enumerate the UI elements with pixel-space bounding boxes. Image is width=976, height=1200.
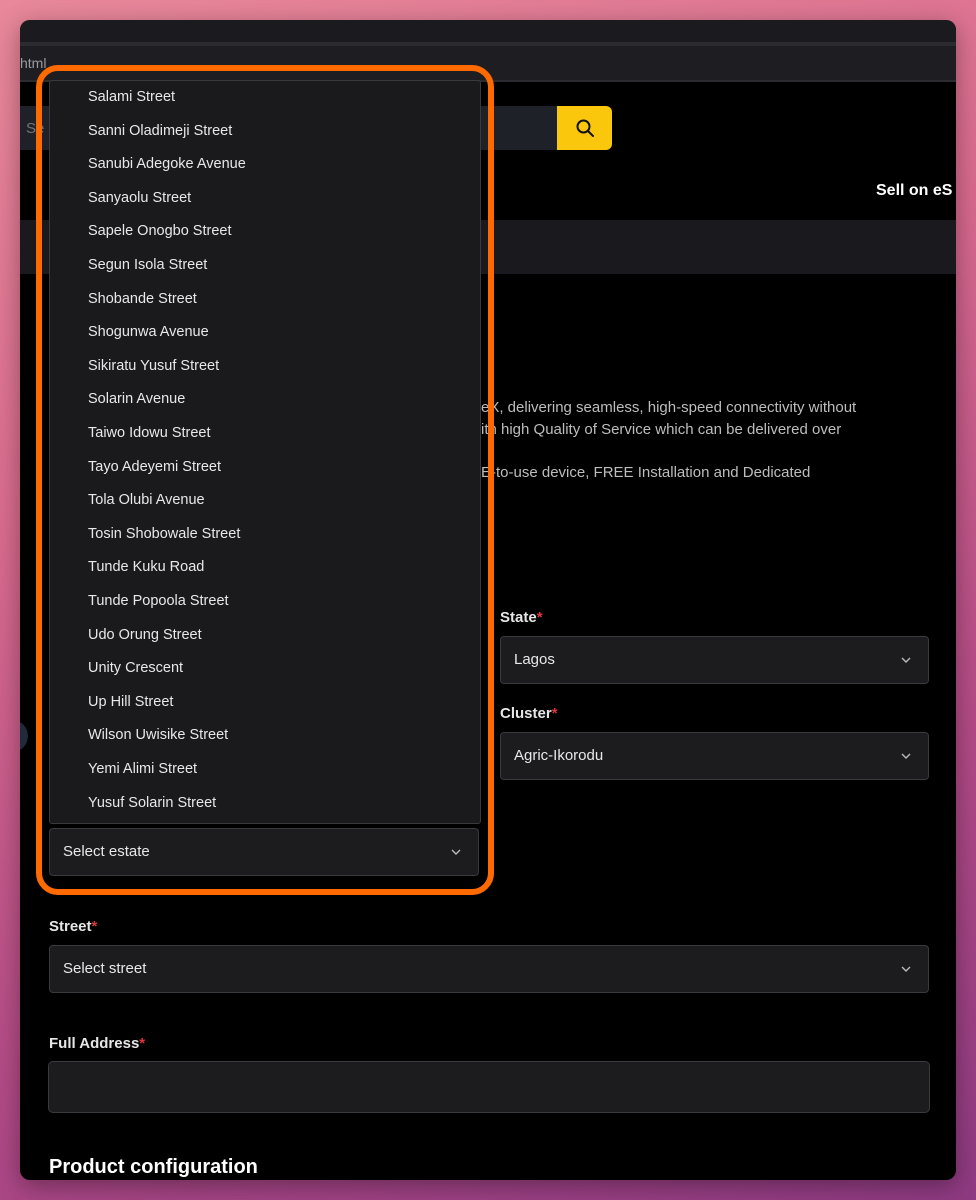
estate-option[interactable]: Udo Orung Street [88,627,202,643]
product-configuration-heading: Product configuration [49,1156,258,1178]
estate-option[interactable]: Sikiratu Yusuf Street [88,358,219,374]
chevron-down-icon [901,753,911,759]
full-address-label: Full Address* [49,1035,146,1052]
state-label: State* [500,609,543,626]
description-line: ith high Quality of Service which can be… [481,421,842,438]
sell-on-link[interactable]: Sell on eS [876,182,952,200]
search-icon [576,119,594,137]
estate-option[interactable]: Sanyaolu Street [88,190,191,206]
search-button[interactable] [557,106,612,150]
estate-option[interactable]: Up Hill Street [88,694,173,710]
estate-dropdown-list[interactable]: Salami Street Sanni Oladimeji Street Sanub… [49,80,481,824]
product-description: eX, delivering seamless, high-speed conn… [481,397,951,484]
estate-option[interactable]: Tola Olubi Avenue [88,492,205,508]
estate-option[interactable]: Tayo Adeyemi Street [88,459,221,475]
estate-option[interactable]: Solarin Avenue [88,391,185,407]
description-line: E-to-use device, FREE Installation and D… [481,464,811,481]
estate-option[interactable]: Sanni Oladimeji Street [88,123,232,139]
state-value: Lagos [514,651,555,668]
cluster-label: Cluster* [500,705,558,722]
chevron-down-icon [901,966,911,972]
cluster-select[interactable]: Agric-Ikorodu [500,732,929,780]
browser-tabbar [20,20,956,42]
street-select[interactable]: Select street [49,945,929,993]
address-bar[interactable]: html [20,46,956,80]
chevron-down-icon [451,849,461,855]
chevron-down-icon [901,657,911,663]
cluster-value: Agric-Ikorodu [514,747,604,764]
side-scroll-handle[interactable] [20,720,28,752]
estate-select[interactable]: Select estate [49,828,479,876]
estate-option[interactable]: Sapele Onogbo Street [88,223,232,239]
url-text: html [20,55,47,71]
estate-option[interactable]: Tosin Shobowale Street [88,526,240,542]
estate-option[interactable]: Salami Street [88,89,175,105]
estate-option[interactable]: Sanubi Adegoke Avenue [88,156,246,172]
estate-option[interactable]: Yusuf Solarin Street [88,795,216,811]
estate-option[interactable]: Unity Crescent [88,660,183,676]
estate-option[interactable]: Tunde Kuku Road [88,559,204,575]
state-select[interactable]: Lagos [500,636,929,684]
estate-option[interactable]: Shobande Street [88,291,197,307]
estate-option[interactable]: Shogunwa Avenue [88,324,209,340]
street-value: Select street [63,960,147,977]
estate-option[interactable]: Tunde Popoola Street [88,593,229,609]
estate-option[interactable]: Wilson Uwisike Street [88,727,228,743]
estate-option[interactable]: Yemi Alimi Street [88,761,197,777]
estate-option[interactable]: Taiwo Idowu Street [88,425,211,441]
street-label: Street* [49,918,98,935]
description-line: eX, delivering seamless, high-speed conn… [481,399,857,416]
estate-option[interactable]: Segun Isola Street [88,257,207,273]
browser-window: html Sell on eS eX, delivering seamless,… [20,20,956,1180]
full-address-input[interactable] [48,1061,930,1113]
estate-value: Select estate [63,843,150,860]
